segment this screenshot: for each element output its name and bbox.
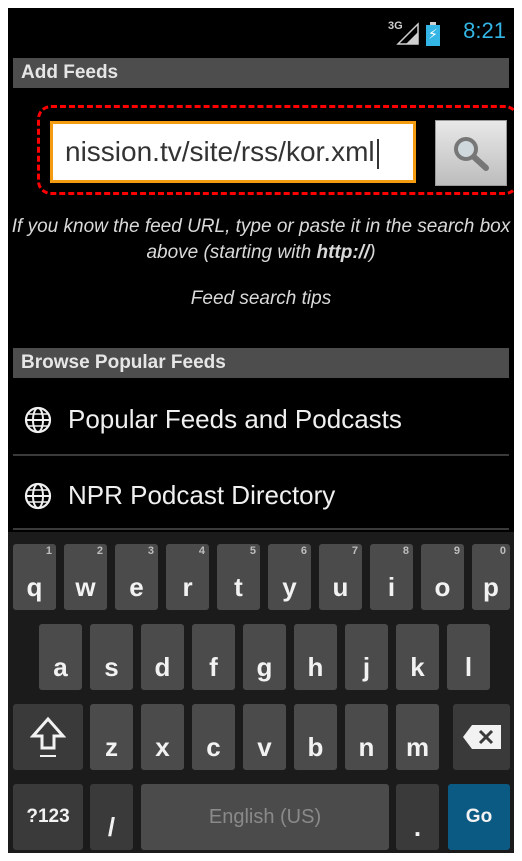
list-item-popular-feeds[interactable]: Popular Feeds and Podcasts bbox=[8, 384, 514, 454]
text-cursor bbox=[376, 138, 379, 169]
key-z[interactable]: z bbox=[90, 704, 133, 770]
feed-url-input[interactable]: nission.tv/site/rss/kor.xml bbox=[50, 121, 416, 183]
key-k[interactable]: k bbox=[396, 624, 439, 690]
help-text: If you know the feed URL, type or paste … bbox=[11, 216, 511, 263]
key-i[interactable]: 8i bbox=[370, 544, 413, 610]
browse-popular-feeds-header: Browse Popular Feeds bbox=[13, 348, 509, 378]
divider bbox=[13, 454, 509, 456]
key-y[interactable]: 6y bbox=[268, 544, 311, 610]
battery-charging-icon: ⚡ bbox=[426, 22, 440, 46]
key-d[interactable]: d bbox=[141, 624, 184, 690]
key-j[interactable]: j bbox=[345, 624, 388, 690]
key-e[interactable]: 3e bbox=[115, 544, 158, 610]
space-key[interactable]: English (US) bbox=[141, 784, 389, 850]
key-h[interactable]: h bbox=[294, 624, 337, 690]
symbols-key[interactable]: ?123 bbox=[13, 784, 83, 850]
backspace-icon bbox=[463, 725, 501, 749]
key-q[interactable]: 1q bbox=[13, 544, 56, 610]
key-u[interactable]: 7u bbox=[319, 544, 362, 610]
search-button[interactable] bbox=[435, 120, 507, 186]
globe-icon bbox=[24, 406, 52, 434]
signal-icon: 3G bbox=[386, 20, 420, 46]
key-a[interactable]: a bbox=[39, 624, 82, 690]
globe-icon bbox=[24, 482, 52, 510]
go-key[interactable]: Go bbox=[448, 784, 510, 850]
key-f[interactable]: f bbox=[192, 624, 235, 690]
slash-key[interactable]: / bbox=[90, 784, 133, 850]
period-key[interactable]: . bbox=[396, 784, 439, 850]
add-feeds-header: Add Feeds bbox=[13, 58, 509, 88]
list-item-label: Popular Feeds and Podcasts bbox=[68, 404, 402, 434]
key-n[interactable]: n bbox=[345, 704, 388, 770]
screen: 3G ⚡ 8:21 Add Feeds nission.tv/site/rss/… bbox=[8, 8, 514, 853]
backspace-key[interactable] bbox=[453, 704, 510, 770]
key-b[interactable]: b bbox=[294, 704, 337, 770]
list-item-label: NPR Podcast Directory bbox=[68, 480, 336, 510]
list-item-npr-directory[interactable]: NPR Podcast Directory bbox=[8, 460, 514, 530]
key-s[interactable]: s bbox=[90, 624, 133, 690]
key-r[interactable]: 4r bbox=[166, 544, 209, 610]
key-v[interactable]: v bbox=[243, 704, 286, 770]
key-p[interactable]: 0p bbox=[472, 544, 510, 610]
key-c[interactable]: c bbox=[192, 704, 235, 770]
shift-key[interactable] bbox=[13, 704, 83, 770]
search-icon bbox=[454, 137, 489, 171]
key-t[interactable]: 5t bbox=[217, 544, 260, 610]
key-x[interactable]: x bbox=[141, 704, 184, 770]
feed-url-value: nission.tv/site/rss/kor.xml bbox=[65, 136, 375, 167]
status-bar: 3G ⚡ 8:21 bbox=[8, 8, 514, 54]
key-g[interactable]: g bbox=[243, 624, 286, 690]
divider bbox=[13, 528, 509, 530]
soft-keyboard: 1q 2w 3e 4r 5t 6y 7u 8i 9o 0p a s d f g … bbox=[8, 532, 514, 853]
key-l[interactable]: l bbox=[447, 624, 490, 690]
key-w[interactable]: 2w bbox=[64, 544, 107, 610]
shift-icon bbox=[30, 716, 66, 757]
feed-search-tips-link[interactable]: Feed search tips bbox=[8, 286, 514, 312]
key-o[interactable]: 9o bbox=[421, 544, 464, 610]
clock: 8:21 bbox=[463, 18, 506, 43]
key-m[interactable]: m bbox=[396, 704, 439, 770]
network-type: 3G bbox=[388, 20, 403, 32]
